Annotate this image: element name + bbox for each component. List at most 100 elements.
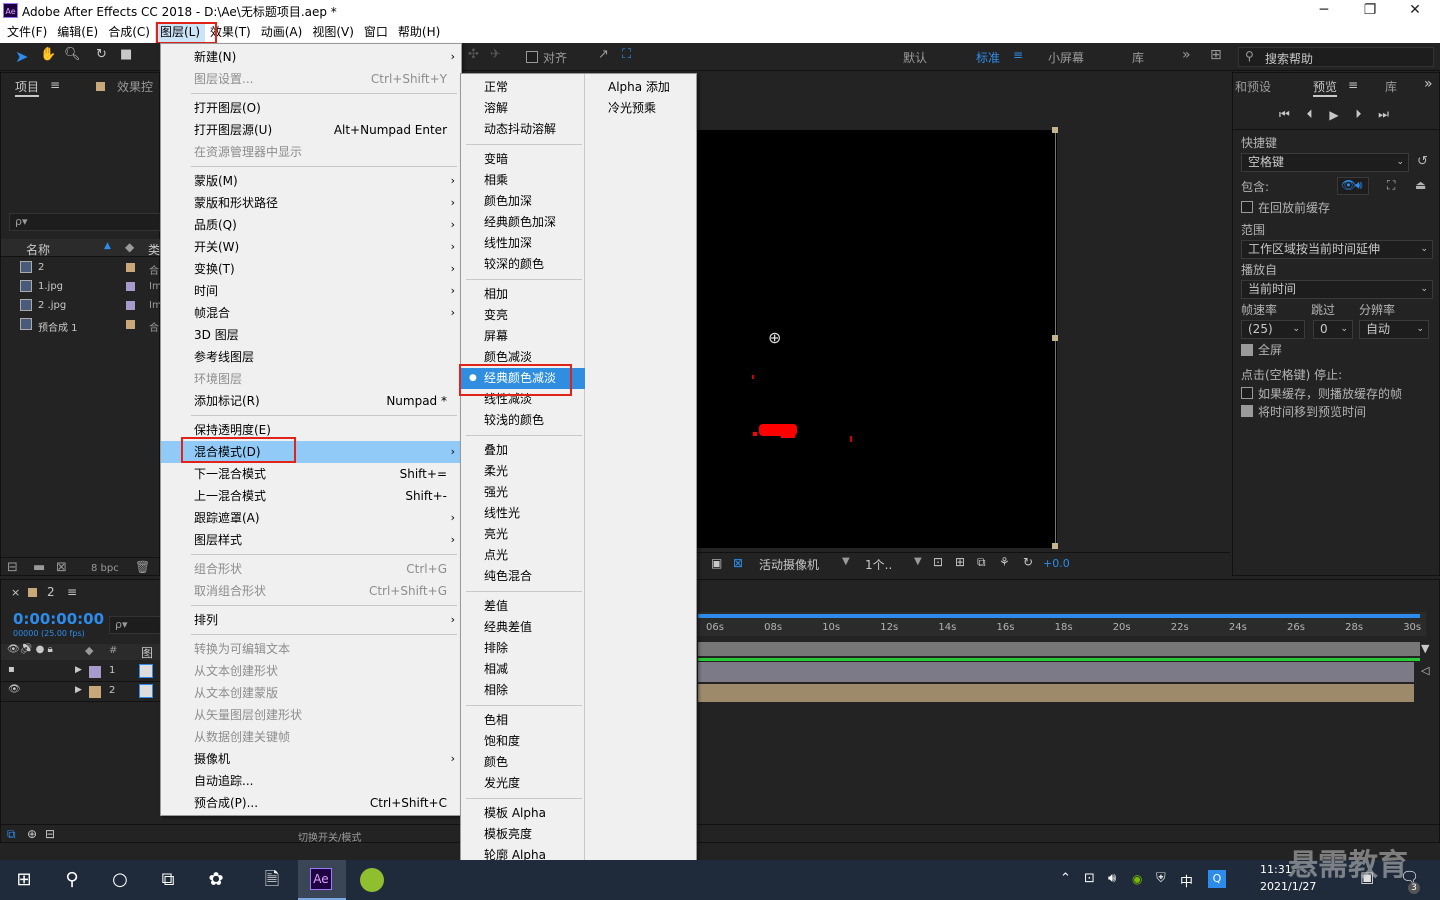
selection-tool-icon[interactable]: ➤ [15,47,28,66]
transform-handle[interactable] [1052,335,1058,341]
rotate-tool-icon[interactable]: ↻ [96,47,107,62]
tab-library[interactable]: 库 [1385,78,1397,95]
blend-mode-item[interactable]: 相加 [461,284,585,305]
ime-indicator[interactable]: 中 [1180,871,1193,890]
nvidia-icon[interactable]: ◉ [1132,872,1142,886]
menu-composition[interactable]: 合成(C) [103,22,155,43]
range-dropdown[interactable]: 工作区域按当前时间延伸 ⌄ [1241,240,1433,259]
blend-mode-item[interactable]: 相减 [461,659,585,680]
layer-label-color[interactable] [89,666,101,678]
task-view-icon[interactable]: ⧉ [150,862,186,898]
new-comp-icon[interactable]: ⊠ [56,560,67,575]
snap-arrow-icon[interactable]: ↗ [598,47,609,62]
new-folder-icon[interactable]: ▬ [33,560,45,575]
layer-1-duration-bar[interactable] [698,662,1414,682]
layer-menu-item[interactable]: 摄像机 › [161,748,461,770]
blend-mode-item[interactable]: 排除 [461,638,585,659]
fullscreen-checkbox[interactable] [1241,344,1253,356]
blend-mode-item[interactable]: 模板亮度 [461,824,585,845]
menu-window[interactable]: 窗口 [359,22,393,43]
label-color-swatch[interactable] [126,263,135,272]
blend-mode-item[interactable]: 变暗 [461,149,585,170]
zoom-tool-icon[interactable]: 🔍︎ [64,47,81,62]
layer-menu-item[interactable]: 跟踪遮罩(A) › [161,507,461,529]
close-tab-icon[interactable]: × [11,586,20,599]
first-frame-icon[interactable]: ⏮ [1279,107,1290,122]
tab-effects-presets[interactable]: 和预设 [1235,78,1271,95]
qq-icon[interactable]: Q [1208,870,1226,888]
bit-depth-label[interactable]: 8 bpc [91,563,119,574]
app-file-icon[interactable]: 🗎︎ [254,862,290,898]
expand-arrow-icon[interactable]: ▶ [75,685,82,695]
play-icon[interactable]: ▶ [1329,108,1338,122]
blend-mode-item[interactable]: 变亮 [461,305,585,326]
workspace-library[interactable]: 库 [1132,49,1144,66]
transparency-grid-icon[interactable]: ⊠ [733,556,743,570]
play-from-dropdown[interactable]: 当前时间 ⌄ [1241,280,1433,299]
panel-menu-icon[interactable]: ≡ [67,585,77,599]
interpret-footage-icon[interactable]: ⊟ [7,560,18,575]
blend-mode-item[interactable]: 相乘 [461,170,585,191]
timecode-display[interactable]: 0:00:00:00 [13,610,104,628]
timeline-layer-row[interactable]: 👁︎ ▶ 2 [1,682,161,702]
toggle-switches-modes[interactable]: 切换开关/模式 [298,829,361,844]
views-layout-label[interactable]: 1个.. [865,556,892,573]
flowchart-icon[interactable]: ⚘ [999,555,1010,569]
include-overlays-icon[interactable]: ⛶ [1387,178,1395,193]
visibility-eye-icon[interactable]: 👁︎ [8,684,21,695]
resolution-dropdown[interactable]: 自动 ⌄ [1359,320,1429,339]
work-area-bar[interactable] [698,614,1420,618]
search-icon[interactable]: ⚲ [54,862,90,898]
project-item[interactable]: 2 合 [1,259,159,278]
menu-animation[interactable]: 动画(A) [256,22,308,43]
toggle-mask-icon[interactable]: ▣ [711,556,722,570]
windows-start-icon[interactable]: ⊞ [6,862,42,898]
camera-tool-icon[interactable]: ■ [120,47,132,62]
blend-mode-item[interactable]: 颜色 [461,752,585,773]
comp-marker-bin-icon[interactable]: ◁ [1421,664,1429,677]
layer-menu-item[interactable]: 图层样式 › [161,529,461,551]
taskbar-after-effects-active[interactable]: Ae [298,860,346,900]
col-name-header[interactable]: 名称 [26,241,50,258]
blend-mode-item[interactable]: 差值 [461,596,585,617]
layer-menu-item[interactable]: 帧混合 › [161,302,461,324]
layer-menu-item[interactable]: 上一混合模式 Shift+- [161,485,461,507]
workspace-menu-icon[interactable]: ≡ [1013,48,1023,62]
layer-label-color[interactable] [89,686,101,698]
layer-menu-item[interactable]: 新建(N) › [161,46,461,68]
col-type-header[interactable]: 类 [148,241,160,258]
more-panels-icon[interactable]: » [1424,76,1433,92]
cortana-icon[interactable]: ○ [102,862,138,898]
panel-menu-icon[interactable]: ≡ [1348,78,1358,92]
layer-menu-item[interactable]: 打开图层源(U) Alt+Numpad Enter [161,119,461,141]
project-search-input[interactable]: ρ▾ [9,213,161,231]
blend-mode-item[interactable]: 经典颜色加深 [461,212,585,233]
blend-mode-item[interactable]: 叠加 [461,440,585,461]
blend-mode-item[interactable]: 点光 [461,545,585,566]
layer-menu-item[interactable]: 蒙版和形状路径 › [161,192,461,214]
blend-mode-item[interactable]: 溶解 [461,98,585,119]
layer-menu-item[interactable]: 参考线图层 [161,346,461,368]
blend-mode-item[interactable]: 线性光 [461,503,585,524]
blend-mode-item[interactable]: 色相 [461,710,585,731]
blend-mode-item[interactable]: 亮光 [461,524,585,545]
label-color-swatch[interactable] [126,282,135,291]
frame-rate-dropdown[interactable]: (25) ⌄ [1241,320,1305,339]
fast-previews-icon[interactable]: ⊞ [955,555,965,569]
hand-tool-icon[interactable]: ✋ [40,47,56,62]
move-time-checkbox[interactable] [1241,405,1253,417]
include-audio-icon[interactable]: 🔊︎ [1355,178,1363,193]
blend-mode-item[interactable]: 屏幕 [461,326,585,347]
workspace-small-screen[interactable]: 小屏幕 [1048,49,1084,66]
menu-view[interactable]: 视图(V) [307,22,359,43]
snap-options-icon[interactable]: ⛶ [622,47,631,62]
layer-menu-item[interactable]: 3D 图层 [161,324,461,346]
app-ball-icon[interactable] [360,868,384,892]
next-frame-icon[interactable]: ⏵ [1355,107,1361,122]
transfer-controls-icon[interactable]: ⊕ [27,827,37,841]
blend-mode-item[interactable]: 纯色混合 [461,566,585,587]
pin-tool-icon[interactable]: ✣ [468,47,479,62]
project-item[interactable]: 预合成 1 合 [1,316,159,335]
blend-mode-item[interactable]: 正常 [461,77,585,98]
tab-preview[interactable]: 预览 [1313,78,1338,97]
